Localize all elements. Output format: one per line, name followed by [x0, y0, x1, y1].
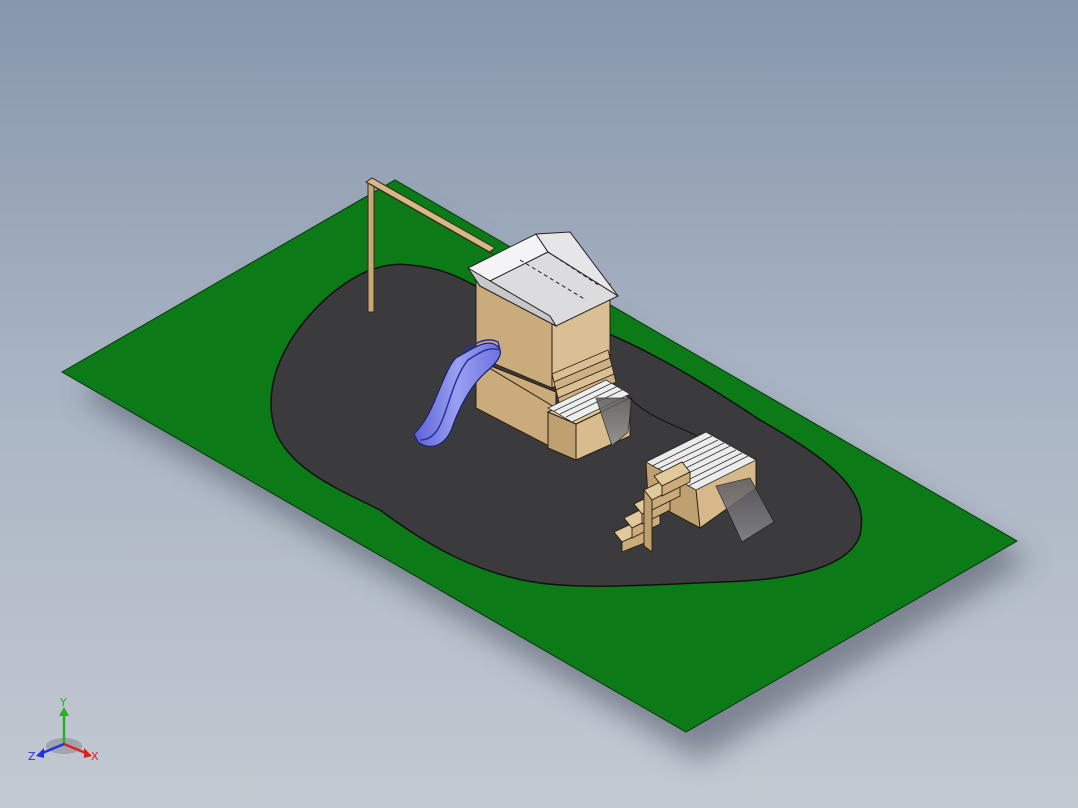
x-axis-label: X [91, 750, 99, 763]
y-axis-label: Y [59, 696, 67, 709]
orientation-triad[interactable]: Y X Z [26, 694, 106, 774]
model-scene[interactable] [0, 0, 1078, 808]
z-axis-arrow-icon [36, 748, 44, 758]
z-axis-label: Z [28, 750, 36, 763]
graphics-viewport[interactable]: Y X Z [0, 0, 1078, 808]
